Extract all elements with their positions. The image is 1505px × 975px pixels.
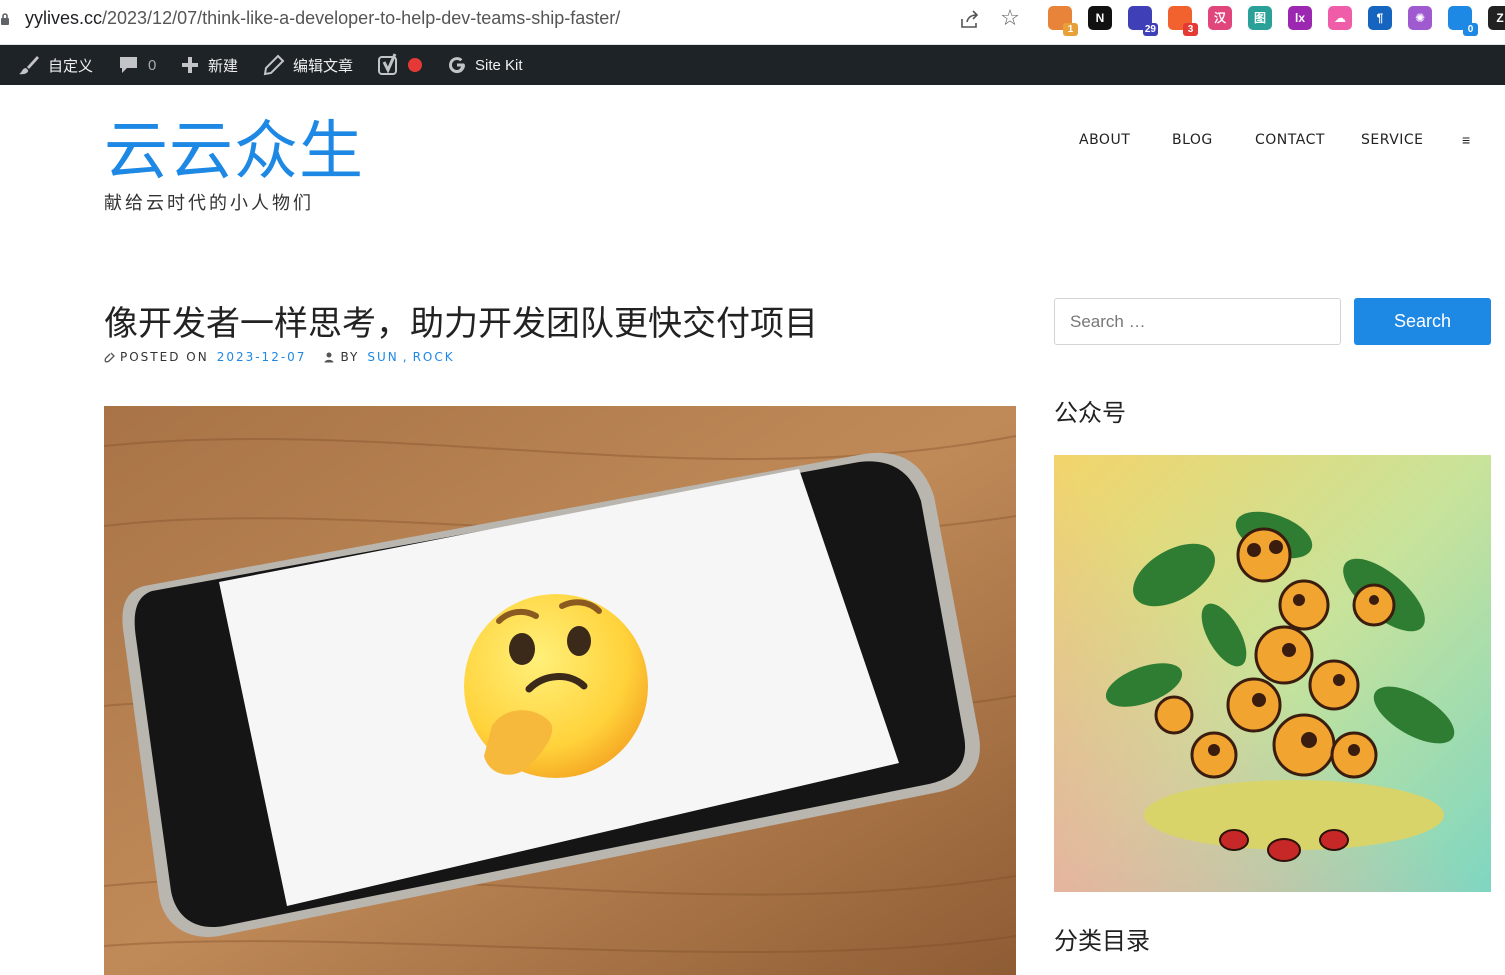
wechat-account-image: [1054, 455, 1491, 892]
nav-blog[interactable]: BLOG: [1172, 132, 1213, 148]
ext-8-icon[interactable]: ☁: [1328, 6, 1352, 30]
post-meta: POSTED ON 2023-12-07 BY SUN, ROCK: [104, 350, 455, 364]
edit-post-button[interactable]: 编辑文章: [263, 45, 353, 85]
paintbrush-icon: [19, 56, 39, 75]
plus-icon: [182, 57, 198, 73]
extension-badge: 1: [1063, 23, 1078, 36]
nav-about[interactable]: ABOUT: [1079, 132, 1130, 148]
menu-toggle-icon[interactable]: ≡: [1462, 132, 1470, 148]
ext-1-icon[interactable]: 1: [1048, 6, 1078, 36]
link-icon: [104, 352, 115, 363]
url-host: yylives.cc: [25, 8, 103, 28]
author-rock-link[interactable]: ROCK: [413, 350, 455, 364]
notion-icon[interactable]: N: [1088, 6, 1112, 30]
browser-toolbar: yylives.cc/2023/12/07/think-like-a-devel…: [0, 0, 1505, 45]
ext-8-glyph: ☁: [1334, 11, 1346, 25]
ext-4-icon[interactable]: 3: [1168, 6, 1198, 36]
yoast-icon: [378, 53, 397, 75]
google-g-icon: [449, 57, 466, 74]
wechat-widget-title: 公众号: [1054, 399, 1126, 427]
site-kit-button[interactable]: Site Kit: [447, 45, 523, 85]
site-kit-label: Site Kit: [475, 56, 523, 74]
yoast-seo-button[interactable]: [378, 45, 422, 85]
site-title[interactable]: 云云众生: [104, 112, 364, 192]
categories-widget-title: 分类目录: [1054, 927, 1150, 955]
ants-illustration: [1054, 455, 1491, 892]
ext-11-icon[interactable]: 0: [1448, 6, 1478, 36]
ext-graduation-icon[interactable]: 29: [1128, 6, 1158, 36]
nav-contact[interactable]: CONTACT: [1255, 132, 1325, 148]
comments-count: 0: [148, 56, 157, 74]
ext-9-glyph: ¶: [1376, 11, 1384, 25]
by-label: BY: [340, 350, 360, 364]
ext-5-glyph: 汉: [1213, 11, 1226, 25]
comments-button[interactable]: 0: [118, 45, 156, 85]
post-date-link[interactable]: 2023-12-07: [217, 350, 307, 364]
openai-icon[interactable]: ✺: [1408, 6, 1432, 30]
thinking-phone-photo: [104, 406, 1016, 975]
search-button[interactable]: Search: [1354, 298, 1491, 345]
customize-button[interactable]: 自定义: [18, 45, 93, 85]
bookmark-star-icon[interactable]: ☆: [998, 6, 1022, 30]
address-bar[interactable]: yylives.cc/2023/12/07/think-like-a-devel…: [25, 8, 620, 29]
ext-7-icon[interactable]: lx: [1288, 6, 1312, 30]
notion-glyph: N: [1095, 11, 1105, 25]
author-separator: ,: [402, 350, 409, 364]
search-input[interactable]: Search …: [1054, 298, 1341, 345]
ext-5-icon[interactable]: 汉: [1208, 6, 1232, 30]
posted-on-label: POSTED ON: [120, 350, 209, 364]
ext-12-icon[interactable]: Z: [1488, 6, 1505, 30]
wp-admin-bar: 自定义 0 新建 编辑文章 Site Kit: [0, 45, 1505, 85]
ext-7-glyph: lx: [1294, 11, 1305, 25]
ext-6-glyph: 图: [1253, 11, 1266, 25]
lock-icon[interactable]: [0, 12, 10, 26]
new-label: 新建: [208, 57, 239, 75]
url-path: /2023/12/07/think-like-a-developer-to-he…: [102, 8, 621, 28]
extension-badge: 0: [1463, 23, 1478, 36]
post-title: 像开发者一样思考，助力开发团队更快交付项目: [104, 304, 818, 344]
pencil-icon: [263, 54, 285, 76]
extension-badge: 29: [1142, 23, 1158, 36]
nav-service[interactable]: SERVICE: [1361, 132, 1424, 148]
site-tagline: 献给云时代的小人物们: [104, 193, 314, 213]
ext-6-icon[interactable]: 图: [1248, 6, 1272, 30]
user-icon: [324, 352, 334, 363]
customize-label: 自定义: [48, 57, 94, 75]
edit-post-label: 编辑文章: [293, 57, 354, 75]
extension-badge: 3: [1183, 23, 1198, 36]
share-icon[interactable]: [958, 8, 982, 32]
featured-image[interactable]: [104, 406, 1016, 975]
ext-9-icon[interactable]: ¶: [1368, 6, 1392, 30]
author-sun-link[interactable]: SUN: [367, 350, 398, 364]
seo-status-dot: [408, 58, 422, 72]
comment-bubble-icon: [120, 57, 137, 73]
ext-12-glyph: Z: [1496, 11, 1504, 25]
openai-glyph: ✺: [1414, 11, 1426, 25]
new-content-button[interactable]: 新建: [180, 45, 238, 85]
